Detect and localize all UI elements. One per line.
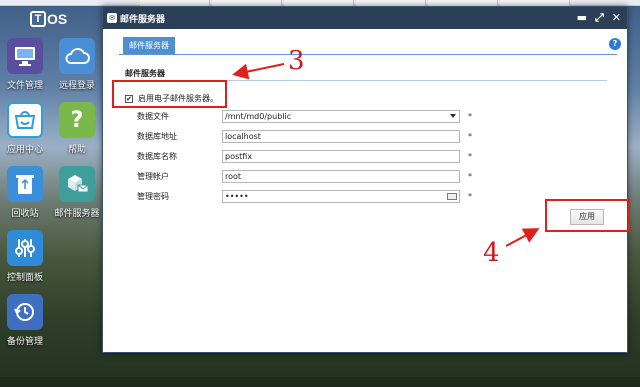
desktop-bottom-edge	[0, 377, 640, 387]
annotation-arrows	[232, 63, 540, 247]
arrow-to-apply	[505, 228, 540, 247]
arrow-to-enable	[232, 63, 285, 80]
